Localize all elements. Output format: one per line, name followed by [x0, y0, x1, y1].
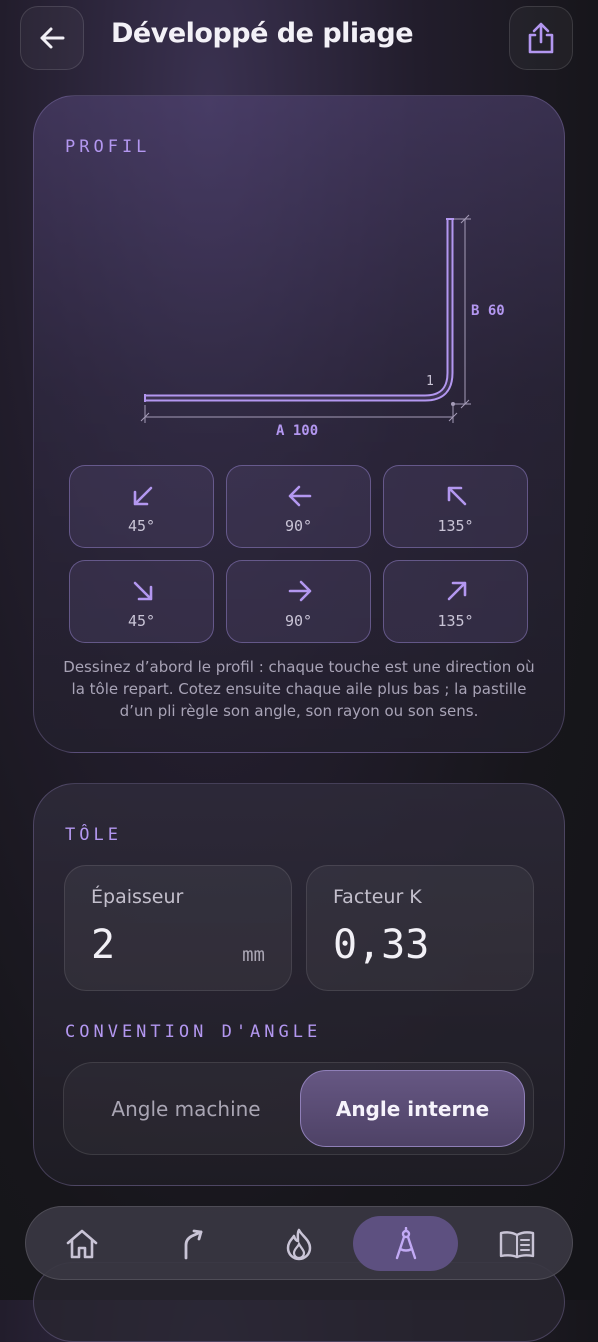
direction-button-down-right-45[interactable]: 45°	[69, 560, 214, 643]
nav-flame[interactable]	[246, 1216, 351, 1271]
back-button[interactable]	[20, 6, 84, 70]
bend-badge[interactable]: 1	[426, 374, 434, 389]
sheet-section-label: TÔLE	[65, 825, 122, 845]
direction-button-up-left-135[interactable]: 135°	[383, 465, 528, 548]
arrow-left-icon	[288, 485, 312, 507]
bend-icon	[184, 1229, 202, 1259]
angle-machine-option[interactable]: Angle machine	[72, 1070, 300, 1147]
page-title: Développé de pliage	[111, 18, 414, 49]
angle-convention-toggle: Angle machine Angle interne	[63, 1062, 534, 1155]
dimension-b-label[interactable]: B 60	[471, 303, 505, 319]
arrow-up-left-icon	[447, 486, 467, 506]
nav-bend[interactable]	[139, 1216, 244, 1271]
home-icon	[66, 1229, 97, 1258]
k-factor-value[interactable]: 0,33	[333, 922, 429, 968]
direction-button-up-right-135[interactable]: 135°	[383, 560, 528, 643]
direction-angle-label: 90°	[284, 612, 313, 630]
direction-angle-label: 90°	[284, 517, 313, 535]
arrow-down-right-icon	[133, 581, 153, 601]
thickness-value[interactable]: 2	[91, 922, 115, 968]
k-factor-field[interactable]: Facteur K 0,33	[306, 865, 534, 991]
direction-button-right-90[interactable]: 90°	[226, 560, 371, 643]
bottom-nav	[25, 1206, 573, 1280]
share-icon	[528, 22, 554, 54]
thickness-unit: mm	[242, 944, 265, 966]
nav-book[interactable]	[464, 1216, 569, 1271]
nav-compass[interactable]	[353, 1216, 458, 1271]
direction-button-left-90[interactable]: 90°	[226, 465, 371, 548]
arrow-down-left-icon	[133, 486, 153, 506]
book-icon	[499, 1230, 534, 1258]
thickness-field[interactable]: Épaisseur 2 mm	[64, 865, 292, 991]
share-button[interactable]	[509, 6, 573, 70]
profile-help-text: Dessinez d’abord le profil : chaque touc…	[63, 658, 535, 720]
thickness-label: Épaisseur	[91, 886, 184, 908]
direction-angle-label: 135°	[437, 517, 474, 535]
profile-section-label: PROFIL	[65, 137, 151, 157]
direction-angle-label: 45°	[127, 517, 156, 535]
compass-icon	[395, 1226, 416, 1259]
k-factor-label: Facteur K	[333, 886, 422, 908]
arrow-up-right-icon	[447, 581, 467, 601]
dimension-a-label[interactable]: A 100	[276, 423, 318, 439]
angle-convention-label: CONVENTION D'ANGLE	[65, 1022, 322, 1042]
direction-button-down-left-45[interactable]: 45°	[69, 465, 214, 548]
profile-drawing[interactable]	[130, 205, 530, 445]
direction-angle-label: 135°	[437, 612, 474, 630]
arrow-left-icon	[40, 27, 65, 49]
flame-icon	[286, 1228, 311, 1260]
arrow-right-icon	[288, 580, 312, 602]
direction-angle-label: 45°	[127, 612, 156, 630]
nav-home[interactable]	[29, 1216, 134, 1271]
angle-interne-option[interactable]: Angle interne	[300, 1070, 525, 1147]
